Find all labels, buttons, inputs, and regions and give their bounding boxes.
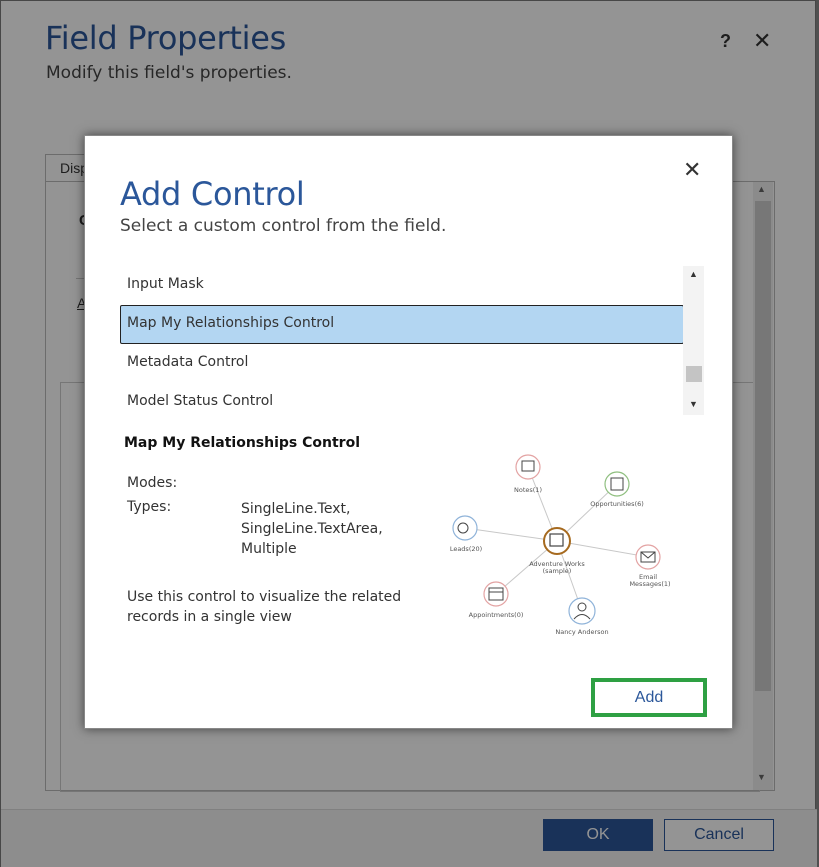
list-scrollbar-thumb[interactable] [686, 366, 702, 382]
types-label: Types: [127, 499, 172, 515]
email-node: Email Messages(1) [629, 544, 671, 588]
node-label: Appointments(0) [469, 611, 524, 619]
leads-node: Leads(20) [450, 515, 482, 553]
node-label: Messages(1) [629, 580, 670, 588]
list-item[interactable]: Input Mask [120, 266, 684, 305]
node-label: Opportunities(6) [590, 500, 644, 508]
add-button[interactable]: Add [591, 678, 707, 717]
account-node: Adventure Works (sample) [529, 527, 585, 575]
type-value: Multiple [241, 541, 297, 557]
appointments-node: Appointments(0) [469, 581, 524, 619]
dialog-subtitle: Select a custom control from the field. [120, 216, 447, 236]
list-item-selected[interactable]: Map My Relationships Control [120, 305, 684, 344]
contact-node: Nancy Anderson [555, 597, 609, 636]
type-value: SingleLine.Text, [241, 501, 351, 517]
control-name: Map My Relationships Control [124, 435, 361, 451]
node-label: Leads(20) [450, 545, 482, 553]
modes-label: Modes: [127, 475, 178, 491]
dialog-title: Add Control [120, 175, 305, 213]
type-value: SingleLine.TextArea, [241, 521, 383, 537]
scroll-down-icon[interactable]: ▼ [689, 399, 698, 409]
control-list: Input Mask Map My Relationships Control … [120, 266, 684, 415]
notes-node: Notes(1) [514, 454, 542, 494]
node-label: Nancy Anderson [555, 628, 608, 636]
list-item[interactable]: Metadata Control [120, 344, 684, 383]
control-preview-image: Adventure Works (sample) Notes(1) Opport… [450, 454, 671, 636]
add-control-dialog: ✕ Add Control Select a custom control fr… [84, 135, 733, 729]
list-scrollbar[interactable] [683, 266, 704, 415]
node-label: (sample) [543, 567, 572, 575]
opportunities-node: Opportunities(6) [590, 471, 644, 508]
node-label: Notes(1) [514, 486, 542, 494]
list-item[interactable]: Model Status Control [120, 383, 684, 415]
scroll-up-icon[interactable]: ▲ [689, 269, 698, 279]
types-values: SingleLine.Text, SingleLine.TextArea, Mu… [241, 499, 383, 559]
control-description: Use this control to visualize the relate… [127, 589, 402, 625]
close-icon[interactable]: ✕ [683, 157, 701, 183]
